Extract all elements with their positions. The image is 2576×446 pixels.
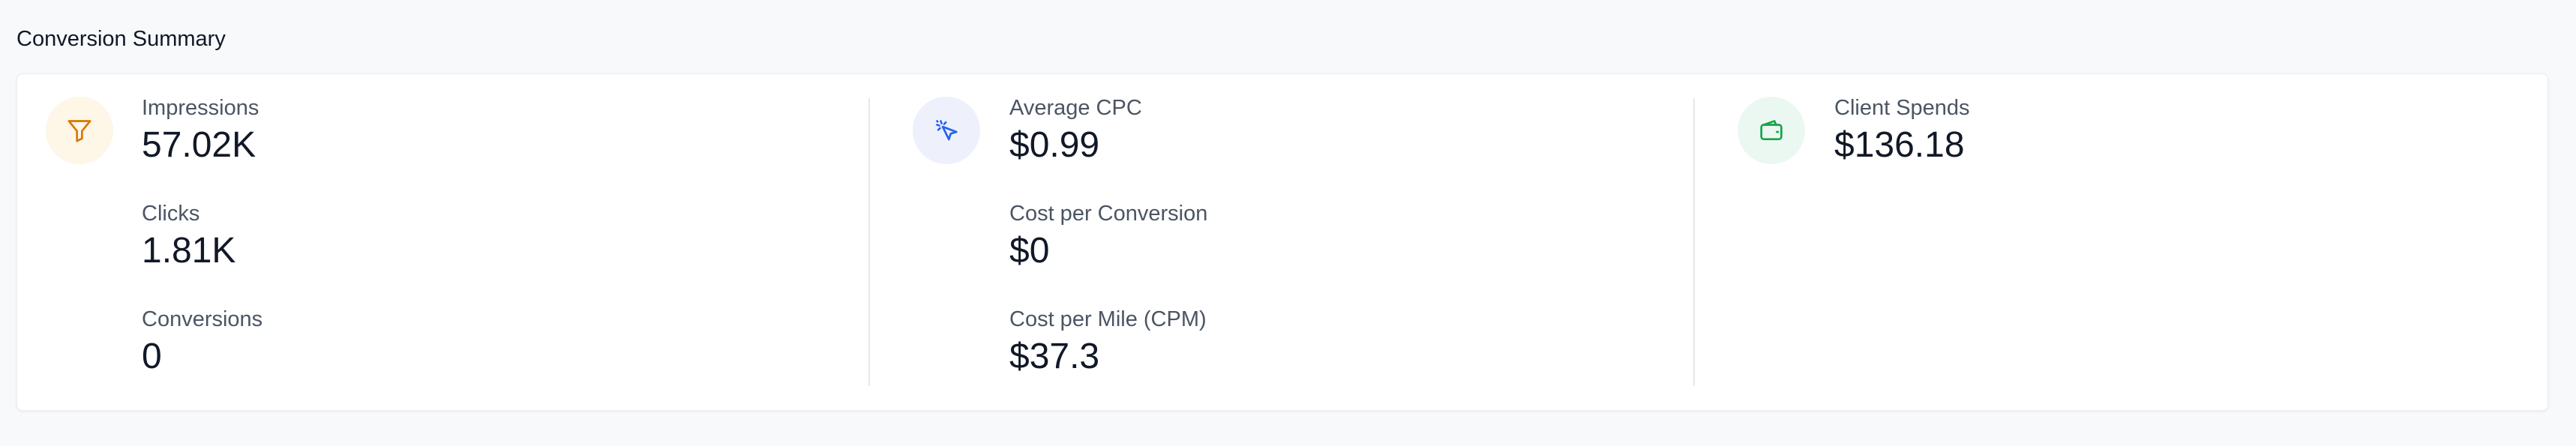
metric-cost-per-mile: Cost per Mile (CPM) $37.3 — [1009, 307, 1207, 379]
metric-clicks: Clicks 1.81K — [142, 201, 235, 273]
metric-value: $0.99 — [1009, 125, 1100, 165]
metric-conversions: Conversions 0 — [142, 307, 262, 379]
metric-label: Conversions — [142, 307, 263, 331]
metric-average-cpc: Average CPC $0.99 — [1009, 95, 1142, 167]
metric-cost-per-conversion: Cost per Conversion $0 — [1009, 201, 1207, 273]
metric-value: 0 — [142, 337, 162, 376]
metric-value: $0 — [1009, 231, 1050, 271]
metric-client-spends: Client Spends $136.18 — [1834, 95, 1970, 167]
metric-value: $37.3 — [1009, 337, 1100, 376]
column-divider — [1693, 98, 1695, 386]
metric-value: 57.02K — [142, 125, 256, 165]
metric-label: Client Spends — [1834, 96, 1970, 120]
metric-value: 1.81K — [142, 231, 236, 271]
metric-label: Cost per Conversion — [1009, 202, 1208, 226]
metric-impressions: Impressions 57.02K — [142, 95, 259, 167]
conversion-summary-card: Impressions 57.02K Clicks 1.81K Conversi… — [16, 73, 2548, 411]
metric-label: Average CPC — [1009, 96, 1142, 120]
funnel-icon — [46, 97, 113, 164]
column-divider — [868, 98, 870, 386]
wallet-icon — [1738, 97, 1805, 164]
metric-value: $136.18 — [1834, 125, 1965, 165]
section-title: Conversion Summary — [16, 27, 226, 51]
metric-label: Cost per Mile (CPM) — [1009, 307, 1207, 331]
cursor-click-icon — [913, 97, 980, 164]
metric-label: Clicks — [142, 202, 200, 226]
metric-label: Impressions — [142, 96, 259, 120]
